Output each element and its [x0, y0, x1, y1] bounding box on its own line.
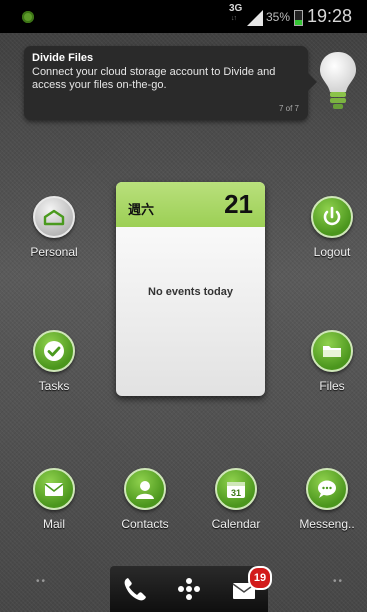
chat-bubble-icon	[306, 468, 348, 510]
battery-icon	[294, 10, 303, 26]
mail-app[interactable]: Mail	[19, 468, 89, 531]
checkmark-icon	[33, 330, 75, 372]
mail-icon	[33, 468, 75, 510]
folder-icon	[311, 330, 353, 372]
calendar-label: Calendar	[211, 517, 261, 531]
power-icon	[311, 196, 353, 238]
files-label: Files	[319, 379, 345, 393]
tasks-label: Tasks	[38, 379, 70, 393]
contacts-label: Contacts	[121, 517, 169, 531]
calendar-app[interactable]: 31 Calendar	[201, 468, 271, 531]
data-activity-icon: ↓↑	[231, 15, 237, 22]
home-icon	[33, 196, 75, 238]
tip-body: Connect your cloud storage account to Di…	[32, 66, 276, 91]
page-indicator-left[interactable]: ••	[36, 576, 47, 587]
calendar-empty-message: No events today	[148, 286, 233, 298]
personal-app[interactable]: Personal	[19, 196, 89, 259]
logout-app[interactable]: Logout	[297, 196, 367, 259]
lightbulb-icon[interactable]	[318, 50, 358, 112]
personal-label: Personal	[30, 245, 78, 259]
calendar-date: 21	[224, 189, 253, 219]
mail-unread-badge: 19	[248, 566, 272, 590]
page-indicator-right[interactable]: ••	[333, 576, 344, 587]
messenger-label: Messeng..	[299, 517, 355, 531]
logout-label: Logout	[313, 245, 351, 259]
calendar-weekday: 週六	[128, 202, 155, 217]
apps-menu-icon[interactable]	[174, 574, 204, 604]
calendar-icon: 31	[215, 468, 257, 510]
dock	[110, 566, 268, 612]
calendar-icon-day: 31	[231, 488, 241, 498]
battery-level	[295, 20, 302, 25]
phone-icon[interactable]	[120, 574, 150, 604]
clock: 19:28	[307, 6, 353, 26]
battery-percent: 35%	[266, 10, 291, 24]
calendar-widget-header: 週六 21	[116, 182, 265, 227]
tip-card[interactable]: Divide Files Connect your cloud storage …	[24, 46, 317, 120]
files-app[interactable]: Files	[297, 330, 367, 393]
person-icon	[124, 468, 166, 510]
signal-strength-icon	[247, 10, 263, 26]
network-type: 3G	[229, 3, 243, 14]
status-bar: 3G ↓↑ 35% 19:28	[0, 0, 367, 33]
contacts-app[interactable]: Contacts	[110, 468, 180, 531]
app-notification-icon	[22, 11, 34, 23]
tip-page-indicator: 7 of 7	[278, 104, 299, 113]
mail-label: Mail	[42, 517, 65, 531]
tip-title: Divide Files	[32, 52, 94, 64]
tasks-app[interactable]: Tasks	[19, 330, 89, 393]
calendar-widget[interactable]: 週六 21 No events today	[116, 182, 265, 396]
messenger-app[interactable]: Messeng..	[292, 468, 362, 531]
